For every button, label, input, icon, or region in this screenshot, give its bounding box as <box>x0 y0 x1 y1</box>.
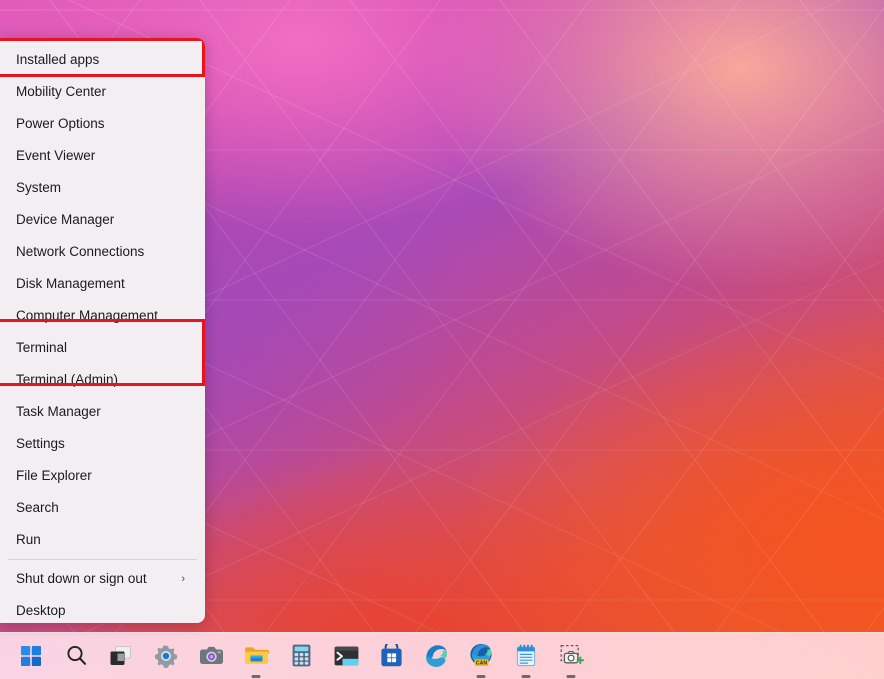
menu-item-label: Run <box>16 532 41 547</box>
running-indicator <box>476 674 486 678</box>
menu-item-search[interactable]: Search <box>0 492 205 524</box>
menu-item-file-explorer[interactable]: File Explorer <box>0 460 205 492</box>
taskbar-button-file-explorer[interactable] <box>239 639 273 678</box>
running-indicator <box>251 674 261 678</box>
windows-start-icon <box>20 645 42 667</box>
menu-item-device-manager[interactable]: Device Manager <box>0 204 205 236</box>
edge-canary-icon: CAN <box>469 643 494 668</box>
taskbar-button-notepad[interactable] <box>509 639 543 678</box>
chevron-right-icon: › <box>181 573 185 585</box>
menu-item-terminal-admin[interactable]: Terminal (Admin) <box>0 364 205 396</box>
camera-icon <box>199 645 224 666</box>
menu-item-system[interactable]: System <box>0 172 205 204</box>
menu-item-mobility-center[interactable]: Mobility Center <box>0 76 205 108</box>
store-bag-icon <box>380 644 403 667</box>
taskbar-button-microsoft-edge[interactable] <box>419 639 453 673</box>
running-indicator <box>566 674 576 678</box>
taskbar-button-start[interactable] <box>14 639 48 673</box>
edge-icon <box>424 644 448 668</box>
taskbar[interactable]: CAN <box>0 632 884 679</box>
menu-item-label: Terminal <box>16 340 68 355</box>
menu-item-installed-apps[interactable]: Installed apps <box>0 44 205 76</box>
menu-item-network-connections[interactable]: Network Connections <box>0 236 205 268</box>
taskbar-button-task-view[interactable] <box>104 639 138 673</box>
menu-item-label: Installed apps <box>16 52 100 67</box>
menu-item-terminal[interactable]: Terminal <box>0 332 205 364</box>
menu-item-disk-management[interactable]: Disk Management <box>0 268 205 300</box>
taskbar-button-search[interactable] <box>59 639 93 673</box>
menu-item-run[interactable]: Run <box>0 524 205 556</box>
folder-icon <box>244 645 269 666</box>
menu-item-label: Task Manager <box>16 404 101 419</box>
menu-item-label: Mobility Center <box>16 84 107 99</box>
taskbar-button-settings[interactable] <box>149 639 183 673</box>
menu-item-label: Desktop <box>16 603 66 618</box>
menu-item-label: Device Manager <box>16 212 115 227</box>
menu-item-label: System <box>16 180 62 195</box>
calculator-icon <box>292 644 311 667</box>
menu-item-label: File Explorer <box>16 468 92 483</box>
menu-item-desktop[interactable]: Desktop <box>0 595 205 623</box>
taskbar-button-calculator[interactable] <box>284 639 318 673</box>
menu-item-label: Disk Management <box>16 276 125 291</box>
menu-item-power-options[interactable]: Power Options <box>0 108 205 140</box>
svg-text:CAN: CAN <box>475 660 486 666</box>
menu-item-label: Computer Management <box>16 308 158 323</box>
taskbar-button-camera[interactable] <box>194 639 228 673</box>
menu-item-computer-management[interactable]: Computer Management <box>0 300 205 332</box>
taskbar-button-terminal[interactable] <box>329 639 363 673</box>
menu-item-label: Power Options <box>16 116 105 131</box>
taskbar-button-edge-canary[interactable]: CAN <box>464 639 498 678</box>
menu-item-label: Event Viewer <box>16 148 96 163</box>
taskbar-button-snipping-tool[interactable] <box>554 639 588 678</box>
menu-item-label: Terminal (Admin) <box>16 372 119 387</box>
menu-item-label: Search <box>16 500 59 515</box>
notepad-icon <box>516 644 536 667</box>
terminal-icon <box>334 646 359 666</box>
search-icon <box>65 644 88 667</box>
menu-item-settings[interactable]: Settings <box>0 428 205 460</box>
running-indicator <box>521 674 531 678</box>
menu-item-event-viewer[interactable]: Event Viewer <box>0 140 205 172</box>
menu-item-label: Settings <box>16 436 65 451</box>
menu-item-label: Shut down or sign out <box>16 571 147 586</box>
menu-item-task-manager[interactable]: Task Manager <box>0 396 205 428</box>
win-x-context-menu[interactable]: Installed apps Mobility Center Power Optio… <box>0 38 205 623</box>
gear-icon <box>154 644 178 668</box>
menu-item-shut-down-or-sign-out[interactable]: Shut down or sign out › <box>0 559 205 595</box>
taskbar-button-microsoft-store[interactable] <box>374 639 408 673</box>
snipping-tool-icon <box>559 644 584 667</box>
task-view-icon <box>109 645 133 667</box>
menu-item-label: Network Connections <box>16 244 145 259</box>
desktop-screen: Installed apps Mobility Center Power Optio… <box>0 0 884 679</box>
